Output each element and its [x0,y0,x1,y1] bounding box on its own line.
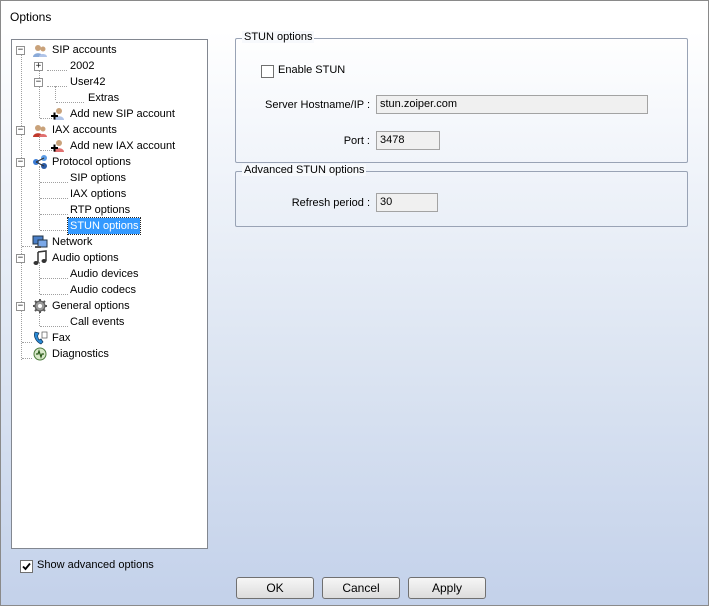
tree-item-label-selected: STUN options [66,217,142,235]
iax-accounts-icon [33,125,47,137]
port-field[interactable]: 3478 [376,131,440,150]
music-note-icon [33,250,47,265]
collapse-icon[interactable]: − [16,254,25,263]
show-advanced-checkbox[interactable] [20,560,33,573]
tree-item-label: Add new IAX account [70,140,176,152]
apply-button[interactable]: Apply [408,577,486,599]
ok-button[interactable]: OK [236,577,314,599]
tree-item-label: SIP accounts [52,44,117,56]
tree-item-label: Audio devices [70,268,139,280]
tree-item-label: Protocol options [52,156,131,168]
collapse-icon[interactable]: − [16,126,25,135]
diagnostics-icon [33,347,47,361]
expand-icon[interactable]: + [34,62,43,71]
collapse-icon[interactable]: − [34,78,43,87]
tree-item-2002[interactable]: + 2002 [12,58,207,74]
server-hostname-label: Server Hostname/IP : [265,99,370,111]
server-hostname-field[interactable]: stun.zoiper.com [376,95,648,114]
tree-item-label: SIP options [70,172,127,184]
tree-item-label: Fax [52,332,71,344]
tree-item-rtp-options[interactable]: RTP options [12,202,207,218]
tree-item-label: Call events [70,316,125,328]
tree-item-extras[interactable]: Extras [12,90,207,106]
collapse-icon[interactable]: − [16,158,25,167]
tree-item-label: 2002 [70,60,95,72]
options-window: Options − SIP accounts + 2002 − User42 E… [0,0,709,606]
show-advanced-label: Show advanced options [37,559,154,571]
options-tree[interactable]: − SIP accounts + 2002 − User42 Extras Ad… [11,39,208,549]
gear-icon [33,299,47,313]
tree-item-user42[interactable]: − User42 [12,74,207,90]
tree-item-label: Audio codecs [70,284,137,296]
tree-item-label: User42 [70,76,106,88]
tree-item-general-options[interactable]: − General options [12,298,207,314]
refresh-period-field[interactable]: 30 [376,193,438,212]
tree-item-sip-options[interactable]: SIP options [12,170,207,186]
group-title: Advanced STUN options [242,164,367,176]
tree-item-label: Network [52,236,93,248]
tree-item-label: General options [52,300,130,312]
group-title: STUN options [242,31,315,43]
sip-accounts-icon [33,45,47,57]
collapse-icon[interactable]: − [16,302,25,311]
tree-item-stun-options[interactable]: STUN options [12,217,207,235]
window-title: Options [10,10,52,24]
add-account-icon [51,140,64,152]
tree-item-audio-devices[interactable]: Audio devices [12,266,207,282]
tree-item-sip-accounts[interactable]: − SIP accounts [12,42,207,58]
tree-item-diagnostics[interactable]: Diagnostics [12,346,207,362]
tree-item-audio-options[interactable]: − Audio options [12,250,207,266]
tree-item-iax-accounts[interactable]: − IAX accounts [12,122,207,138]
tree-item-protocol-options[interactable]: − Protocol options [12,154,207,170]
tree-item-label: Audio options [52,252,119,264]
tree-item-label: Add new SIP account [70,108,175,120]
tree-item-label: IAX options [70,188,127,200]
enable-stun-checkbox[interactable] [261,65,274,78]
refresh-period-label: Refresh period : [291,197,370,209]
fax-icon [34,331,48,345]
tree-item-label: Diagnostics [52,348,109,360]
protocol-icon [33,155,47,169]
advanced-stun-options-group: Advanced STUN options Refresh period : 3… [235,164,688,227]
tree-item-label: IAX accounts [52,124,117,136]
add-account-icon [51,108,64,120]
tree-item-add-sip-account[interactable]: Add new SIP account [12,106,207,122]
checkmark-icon [22,562,31,571]
port-label: Port : [343,135,370,147]
tree-item-fax[interactable]: Fax [12,330,207,346]
cancel-button[interactable]: Cancel [322,577,400,599]
tree-item-label: Extras [88,92,120,104]
tree-item-iax-options[interactable]: IAX options [12,186,207,202]
stun-options-group: STUN options Enable STUN Server Hostname… [235,31,688,163]
tree-item-add-iax-account[interactable]: Add new IAX account [12,138,207,154]
enable-stun-label: Enable STUN [278,64,346,76]
tree-item-call-events[interactable]: Call events [12,314,207,330]
collapse-icon[interactable]: − [16,46,25,55]
tree-item-audio-codecs[interactable]: Audio codecs [12,282,207,298]
tree-item-label: RTP options [70,204,131,216]
tree-item-network[interactable]: Network [12,234,207,250]
network-icon [32,235,48,248]
